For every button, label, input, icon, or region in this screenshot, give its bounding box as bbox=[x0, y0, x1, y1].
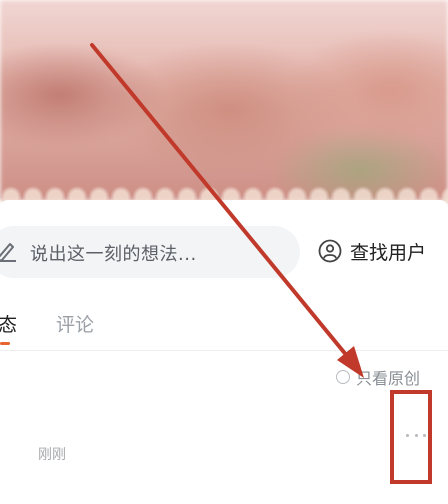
find-user-label: 查找用户 bbox=[350, 241, 427, 264]
tabs-divider bbox=[0, 350, 448, 351]
annotation-highlight-box bbox=[390, 390, 432, 484]
user-search-icon bbox=[318, 239, 342, 263]
original-only-toggle[interactable]: 只看原创 bbox=[336, 366, 420, 388]
find-user-button[interactable]: 查找用户 bbox=[318, 236, 426, 266]
profile-banner bbox=[0, 0, 448, 200]
composer-placeholder: 说出这一刻的想法... bbox=[30, 244, 197, 265]
radio-circle-icon bbox=[336, 370, 350, 384]
post-timestamp: 刚刚 bbox=[38, 447, 66, 463]
tab-comments[interactable]: 评论 bbox=[56, 310, 94, 337]
original-only-label: 只看原创 bbox=[356, 369, 421, 388]
pencil-icon bbox=[0, 243, 16, 262]
tab-activity[interactable]: 态 bbox=[0, 310, 17, 337]
tab-active-indicator bbox=[0, 342, 10, 345]
